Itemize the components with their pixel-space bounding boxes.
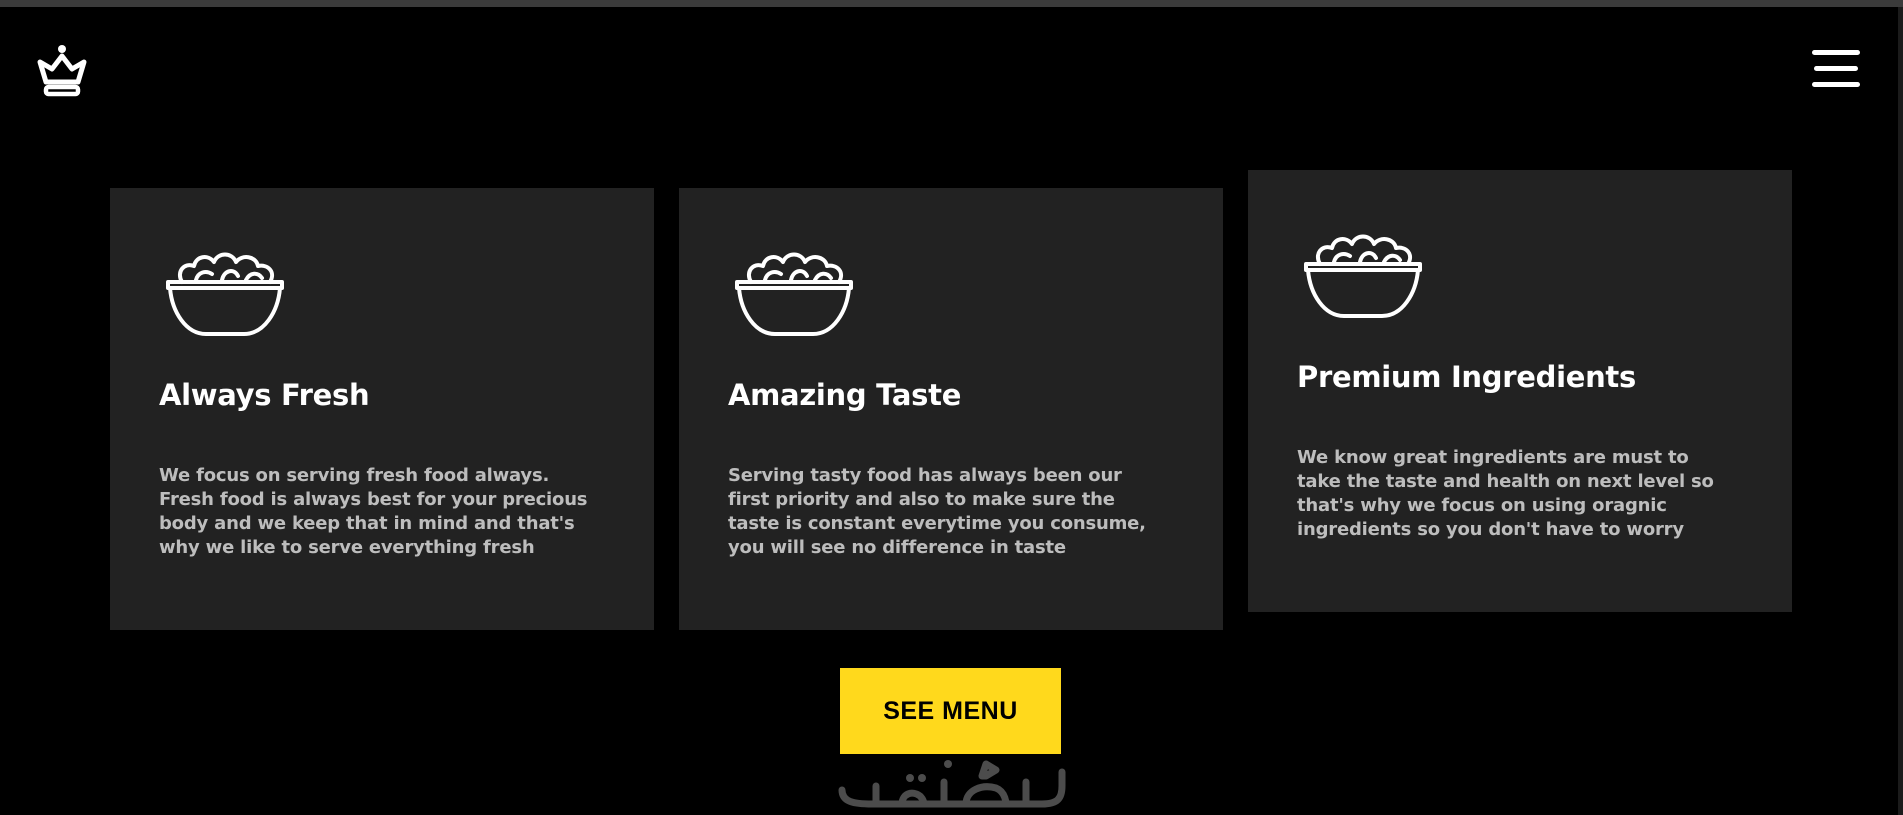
feature-description: We know great ingredients are must to ta… [1297,447,1714,540]
feature-title: Always Fresh [159,378,370,412]
feature-card-amazing-taste: Amazing Taste Serving tasty food has alw… [679,188,1223,630]
khamsat-watermark-icon [838,760,1066,808]
scrollbar-track[interactable] [1898,7,1903,815]
feature-title: Amazing Taste [728,378,962,412]
menu-line [1814,66,1858,71]
feature-title: Premium Ingredients [1297,360,1636,394]
page: Always Fresh We focus on serving fresh f… [0,0,1903,815]
salad-bowl-icon [166,252,284,336]
feature-description: We focus on serving fresh food always. F… [159,465,588,558]
browser-top-strip [0,0,1903,7]
crown-chef-icon[interactable] [34,42,90,98]
feature-card-premium-ingredients: Premium Ingredients We know great ingred… [1248,170,1792,612]
menu-line [1812,50,1860,55]
feature-card-always-fresh: Always Fresh We focus on serving fresh f… [110,188,654,630]
feature-description: Serving tasty food has always been our f… [728,465,1146,558]
salad-bowl-icon [1304,234,1422,318]
see-menu-button[interactable]: SEE MENU [840,668,1061,754]
menu-line [1812,82,1860,87]
hamburger-menu-icon[interactable] [1810,48,1862,92]
salad-bowl-icon [735,252,853,336]
